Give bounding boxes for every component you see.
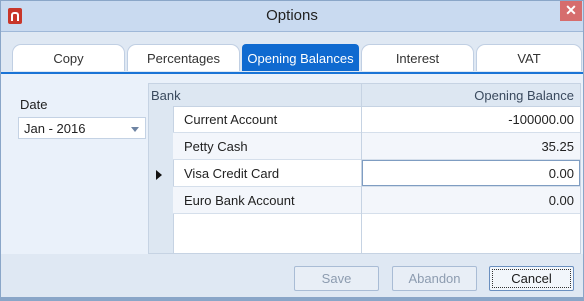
table-row-current[interactable]: Visa Credit Card 0.00	[173, 160, 580, 187]
tab-strip: Copy Percentages Opening Balances Intere…	[12, 44, 582, 72]
tab-percentages[interactable]: Percentages	[127, 44, 240, 71]
tab-vat[interactable]: VAT	[476, 44, 582, 71]
balance-edit-field[interactable]	[362, 160, 580, 186]
opening-balances-grid: Bank Opening Balance Current Account -10…	[148, 83, 581, 254]
table-row[interactable]: Current Account -100000.00	[173, 106, 580, 133]
abandon-button[interactable]: Abandon	[392, 266, 477, 291]
bottom-border	[1, 297, 583, 300]
table-row[interactable]: Euro Bank Account 0.00	[173, 187, 580, 214]
chevron-down-icon[interactable]	[131, 127, 139, 132]
column-header-opening-balance[interactable]: Opening Balance	[474, 88, 574, 103]
table-row-empty[interactable]	[173, 214, 580, 241]
tab-interest[interactable]: Interest	[361, 44, 474, 71]
title-bar: Options ✕	[1, 1, 583, 32]
bank-name: Petty Cash	[184, 139, 248, 154]
bank-name: Euro Bank Account	[184, 193, 295, 208]
date-label: Date	[20, 97, 48, 112]
opening-balance-cell[interactable]: 0.00	[549, 166, 574, 181]
column-header-bank[interactable]: Bank	[151, 88, 181, 103]
bank-name: Visa Credit Card	[184, 166, 280, 181]
opening-balance-cell[interactable]: -100000.00	[508, 112, 574, 127]
cancel-button[interactable]: Cancel	[489, 266, 574, 291]
date-dropdown[interactable]: Jan - 2016	[18, 117, 146, 139]
save-button[interactable]: Save	[294, 266, 379, 291]
grid-header: Bank Opening Balance	[149, 84, 580, 107]
window-title: Options	[266, 7, 318, 24]
current-row-arrow-icon	[156, 170, 162, 180]
options-dialog: Options ✕ Copy Percentages Opening Balan…	[0, 0, 584, 301]
close-button[interactable]: ✕	[560, 1, 582, 21]
tab-copy[interactable]: Copy	[12, 44, 125, 71]
column-divider	[361, 84, 362, 253]
tab-opening-balances[interactable]: Opening Balances	[242, 44, 359, 71]
bank-name: Current Account	[184, 112, 278, 127]
opening-balance-cell[interactable]: 0.00	[549, 193, 574, 208]
opening-balance-cell[interactable]: 35.25	[541, 139, 574, 154]
table-row[interactable]: Petty Cash 35.25	[173, 133, 580, 160]
date-value: Jan - 2016	[24, 121, 86, 136]
